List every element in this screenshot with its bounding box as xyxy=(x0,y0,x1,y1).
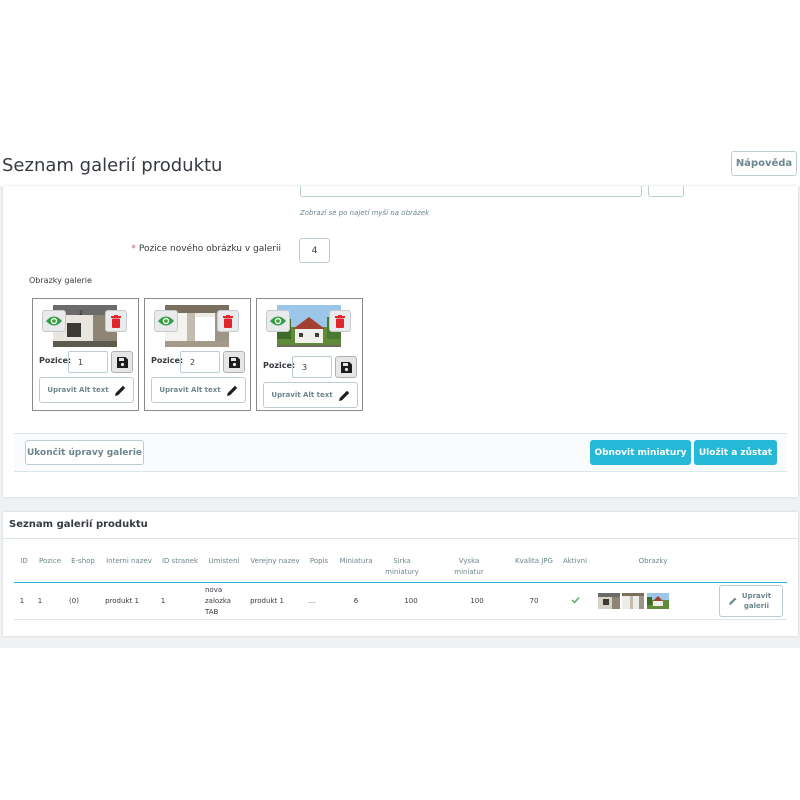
position-input[interactable]: 2 xyxy=(180,351,220,373)
position-label: Pozice: xyxy=(39,356,72,365)
help-button[interactable]: Nápověda xyxy=(731,151,797,176)
gallery-image-card: Pozice: 3 Upravit Alt text xyxy=(256,298,363,411)
save-position-button[interactable] xyxy=(223,351,245,373)
column-header[interactable]: Interni nazev xyxy=(102,556,156,567)
eye-icon xyxy=(158,316,174,326)
trash-icon xyxy=(111,314,121,328)
position-label: Pozice: xyxy=(151,356,184,365)
delete-image-button[interactable] xyxy=(329,310,351,332)
check-icon xyxy=(570,596,580,604)
pencil-icon xyxy=(338,390,349,401)
gallery-mini-thumbnail xyxy=(647,593,669,609)
column-header[interactable]: Pozice xyxy=(36,556,64,567)
gallery-image-card: Pozice: 2 Upravit Alt text xyxy=(144,298,251,411)
floppy-icon xyxy=(116,356,128,368)
floppy-icon xyxy=(340,361,352,373)
pencil-icon xyxy=(114,385,125,396)
language-select[interactable] xyxy=(648,186,684,197)
save-position-button[interactable] xyxy=(111,351,133,373)
position-input[interactable]: 3 xyxy=(292,356,332,378)
toggle-visibility-button[interactable] xyxy=(42,310,66,332)
required-mark: * xyxy=(131,244,136,254)
cell-id: 1 xyxy=(19,597,25,605)
gallery-mini-thumbnail xyxy=(622,593,644,609)
position-input[interactable]: 1 xyxy=(68,351,108,373)
column-header[interactable]: Sirka miniatury xyxy=(378,556,426,578)
column-header[interactable]: Umisteni xyxy=(205,556,243,567)
column-header[interactable]: Popis xyxy=(306,556,332,567)
page-title: Seznam galerií produktu xyxy=(2,155,223,176)
trash-icon xyxy=(335,314,345,328)
column-header[interactable]: Obrazky xyxy=(630,556,676,567)
new-image-position-label: * Pozice nového obrázku v galerii xyxy=(100,244,281,254)
edit-alt-text-label: Upravit Alt text xyxy=(271,391,333,399)
alt-text-input[interactable] xyxy=(300,186,642,197)
toggle-visibility-button[interactable] xyxy=(266,310,290,332)
cell-shop: (0) xyxy=(69,597,79,605)
cell-thumb-height: 100 xyxy=(470,597,484,605)
delete-image-button[interactable] xyxy=(217,310,239,332)
edit-alt-text-label: Upravit Alt text xyxy=(159,386,221,394)
column-header[interactable]: Kvalita JPG xyxy=(510,556,558,567)
column-header[interactable]: ID stranek xyxy=(158,556,202,567)
column-header[interactable]: ID xyxy=(16,556,32,567)
pencil-icon xyxy=(728,597,736,605)
eye-icon xyxy=(46,316,62,326)
save-position-button[interactable] xyxy=(335,356,357,378)
svg-text:2: 2 xyxy=(79,310,83,317)
gallery-images-label: Obrazky galerie xyxy=(29,276,92,285)
cell-active xyxy=(568,596,582,608)
cell-jpg-quality: 70 xyxy=(529,597,539,605)
eye-icon xyxy=(270,316,286,326)
cell-page-ids: 1 xyxy=(160,597,166,605)
new-image-position-text: Pozice nového obrázku v galerii xyxy=(138,244,281,254)
floppy-icon xyxy=(228,356,240,368)
pencil-icon xyxy=(226,385,237,396)
table-header-underline xyxy=(14,582,787,583)
edit-alt-text-button[interactable]: Upravit Alt text xyxy=(263,382,358,408)
column-header[interactable]: Vyska miniatur xyxy=(446,556,492,578)
column-header[interactable]: Miniatura xyxy=(336,556,376,567)
position-label: Pozice: xyxy=(263,361,296,370)
field-hint: Zobrazí se po najetí myší na obrázek xyxy=(300,209,430,217)
column-header[interactable]: E-shop xyxy=(68,556,98,567)
cell-public-name: produkt 1 xyxy=(250,597,284,605)
refresh-thumbnails-button[interactable]: Obnovit miniatury xyxy=(590,440,691,465)
edit-alt-text-label: Upravit Alt text xyxy=(47,386,109,394)
table-row-divider xyxy=(14,619,787,620)
cell-placement: nova zalozka TAB xyxy=(205,586,232,616)
cell-position: 1 xyxy=(37,597,43,605)
delete-image-button[interactable] xyxy=(105,310,127,332)
column-header[interactable]: Aktivni xyxy=(560,556,590,567)
cell-description: ... xyxy=(308,597,316,605)
new-image-position-input[interactable]: 4 xyxy=(299,238,330,263)
edit-gallery-button[interactable]: Upravit galerii xyxy=(719,585,783,617)
cell-thumbnail: 6 xyxy=(353,597,359,605)
gallery-image-card: 2 Pozice: 1 Upravit Alt text xyxy=(32,298,139,411)
edit-alt-text-button[interactable]: Upravit Alt text xyxy=(39,377,134,403)
column-header[interactable]: Verejny nazev xyxy=(247,556,303,567)
finish-editing-button[interactable]: Ukončit úpravy galerie xyxy=(25,440,144,465)
edit-gallery-label: Upravit galerii xyxy=(741,592,772,610)
gallery-list-title: Seznam galerií produktu xyxy=(9,519,148,530)
trash-icon xyxy=(223,314,233,328)
cell-thumb-width: 100 xyxy=(404,597,418,605)
gallery-mini-thumbnail xyxy=(598,593,620,609)
save-and-stay-button[interactable]: Uložit a zůstat xyxy=(694,440,777,465)
panel-divider xyxy=(3,538,798,539)
cell-internal-name: produkt 1 xyxy=(105,597,139,605)
edit-alt-text-button[interactable]: Upravit Alt text xyxy=(151,377,246,403)
toggle-visibility-button[interactable] xyxy=(154,310,178,332)
